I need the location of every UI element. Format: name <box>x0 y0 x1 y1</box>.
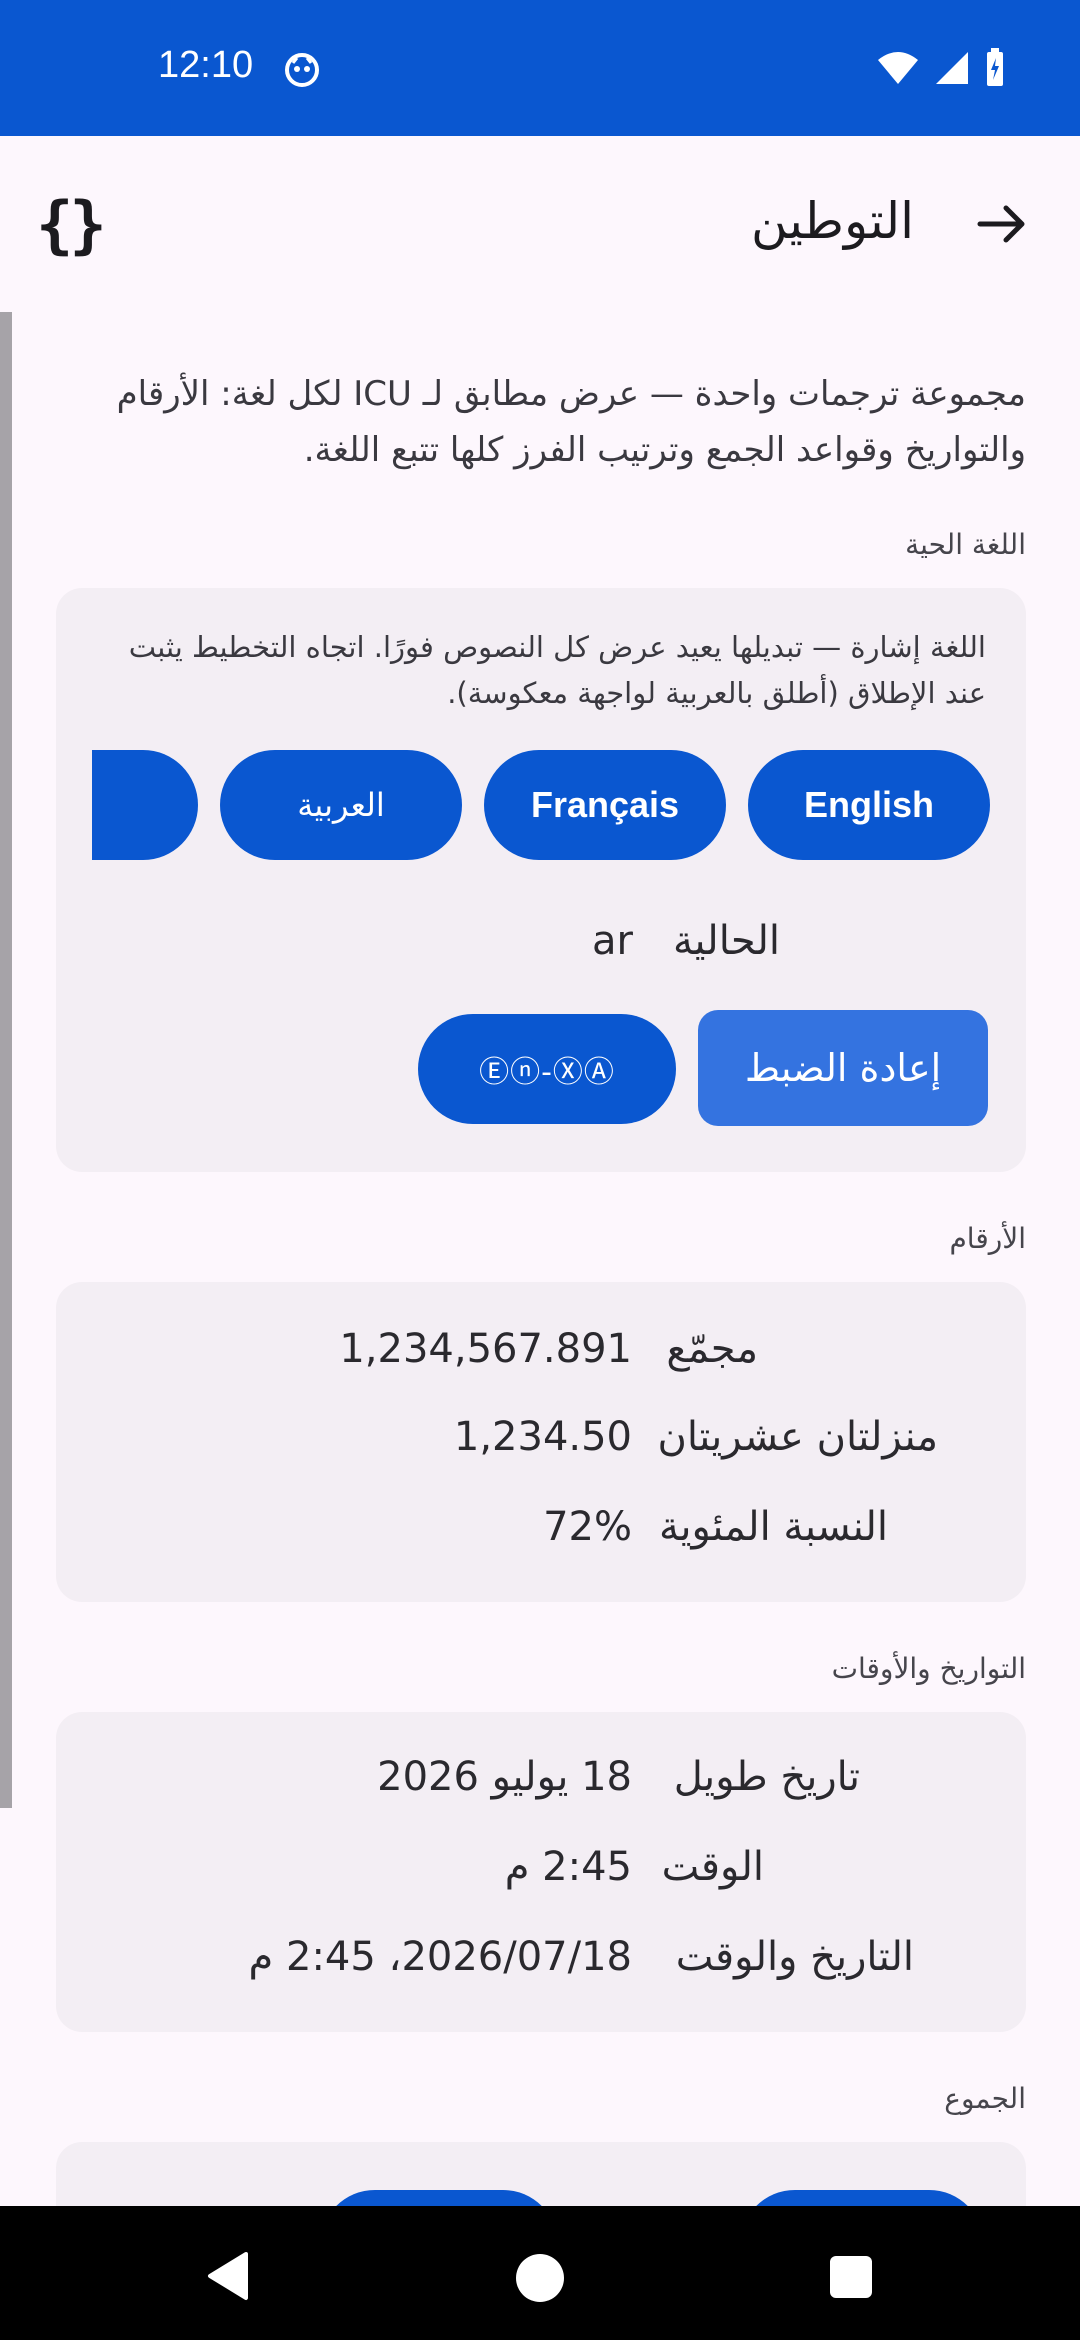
section-label-dates: التواريخ والأوقات <box>831 1652 1026 1685</box>
language-chip-french[interactable]: Français <box>484 750 726 860</box>
scroll-indicator[interactable] <box>0 312 12 1808</box>
number-value-percent: 72% <box>543 1504 632 1550</box>
wifi-icon <box>878 52 918 84</box>
pseudo-locale-button[interactable]: Ⓔⓝ-ⓍⒶ <box>418 1014 676 1124</box>
navigation-bar <box>0 2206 1080 2340</box>
status-icons <box>876 48 1006 88</box>
section-label-numbers: الأرقام <box>949 1222 1026 1255</box>
nav-recents-icon[interactable] <box>830 2256 872 2298</box>
date-key-datetime: التاريخ والوقت <box>675 1934 914 1980</box>
back-arrow-icon[interactable] <box>974 196 1030 252</box>
json-braces-icon[interactable]: {} <box>36 188 107 261</box>
current-language-row: الحالية ar <box>592 918 780 964</box>
number-key-two-decimals: منزلتان عشريتان <box>657 1414 939 1460</box>
language-chip-arabic[interactable]: العربية <box>220 750 462 860</box>
number-value-two-decimals: 1,234.50 <box>453 1414 632 1460</box>
date-key-time: الوقت <box>661 1844 764 1890</box>
page-title: التوطين <box>751 192 914 250</box>
date-key-long: تاريخ طويل <box>673 1754 860 1800</box>
dates-card: تاريخ طويل 18 يوليو 2026 الوقت 2:45 م ال… <box>56 1712 1026 2032</box>
number-value-grouped: 1,234,567.891 <box>339 1326 632 1372</box>
date-value-datetime: 2026/07/18، 2:45 م <box>248 1934 632 1980</box>
current-language-value: ar <box>592 918 633 964</box>
notification-icon <box>285 53 319 87</box>
signal-icon <box>936 52 968 84</box>
current-language-label: الحالية <box>672 918 780 964</box>
intro-text: مجموعة ترجمات واحدة — عرض مطابق لـ ICU ل… <box>116 374 1026 470</box>
section-label-plurals: الجموع <box>944 2082 1026 2115</box>
language-chip-chinese[interactable]: 文 <box>92 750 198 860</box>
reset-button[interactable]: إعادة الضبط <box>698 1010 988 1126</box>
language-chip-english[interactable]: English <box>748 750 990 860</box>
nav-back-icon[interactable] <box>206 2250 250 2302</box>
status-bar: 12:10 <box>0 0 1080 136</box>
date-value-time: 2:45 م <box>504 1844 632 1890</box>
section-label-live-language: اللغة الحية <box>905 528 1026 561</box>
live-language-note: اللغة إشارة — تبديلها يعيد عرض كل النصوص… <box>128 630 986 710</box>
app-bar: التوطين {} <box>0 136 1080 312</box>
battery-icon <box>987 48 1003 86</box>
number-key-percent: النسبة المئوية <box>658 1504 888 1550</box>
live-language-card: اللغة إشارة — تبديلها يعيد عرض كل النصوص… <box>56 588 1026 1172</box>
language-chip-row[interactable]: English Français العربية 文 <box>92 746 990 866</box>
numbers-card: مجمّع 1,234,567.891 منزلتان عشريتان 1,23… <box>56 1282 1026 1602</box>
status-time: 12:10 <box>158 44 254 86</box>
nav-home-icon[interactable] <box>516 2254 564 2302</box>
number-key-grouped: مجمّع <box>666 1326 758 1372</box>
date-value-long: 18 يوليو 2026 <box>377 1754 632 1800</box>
